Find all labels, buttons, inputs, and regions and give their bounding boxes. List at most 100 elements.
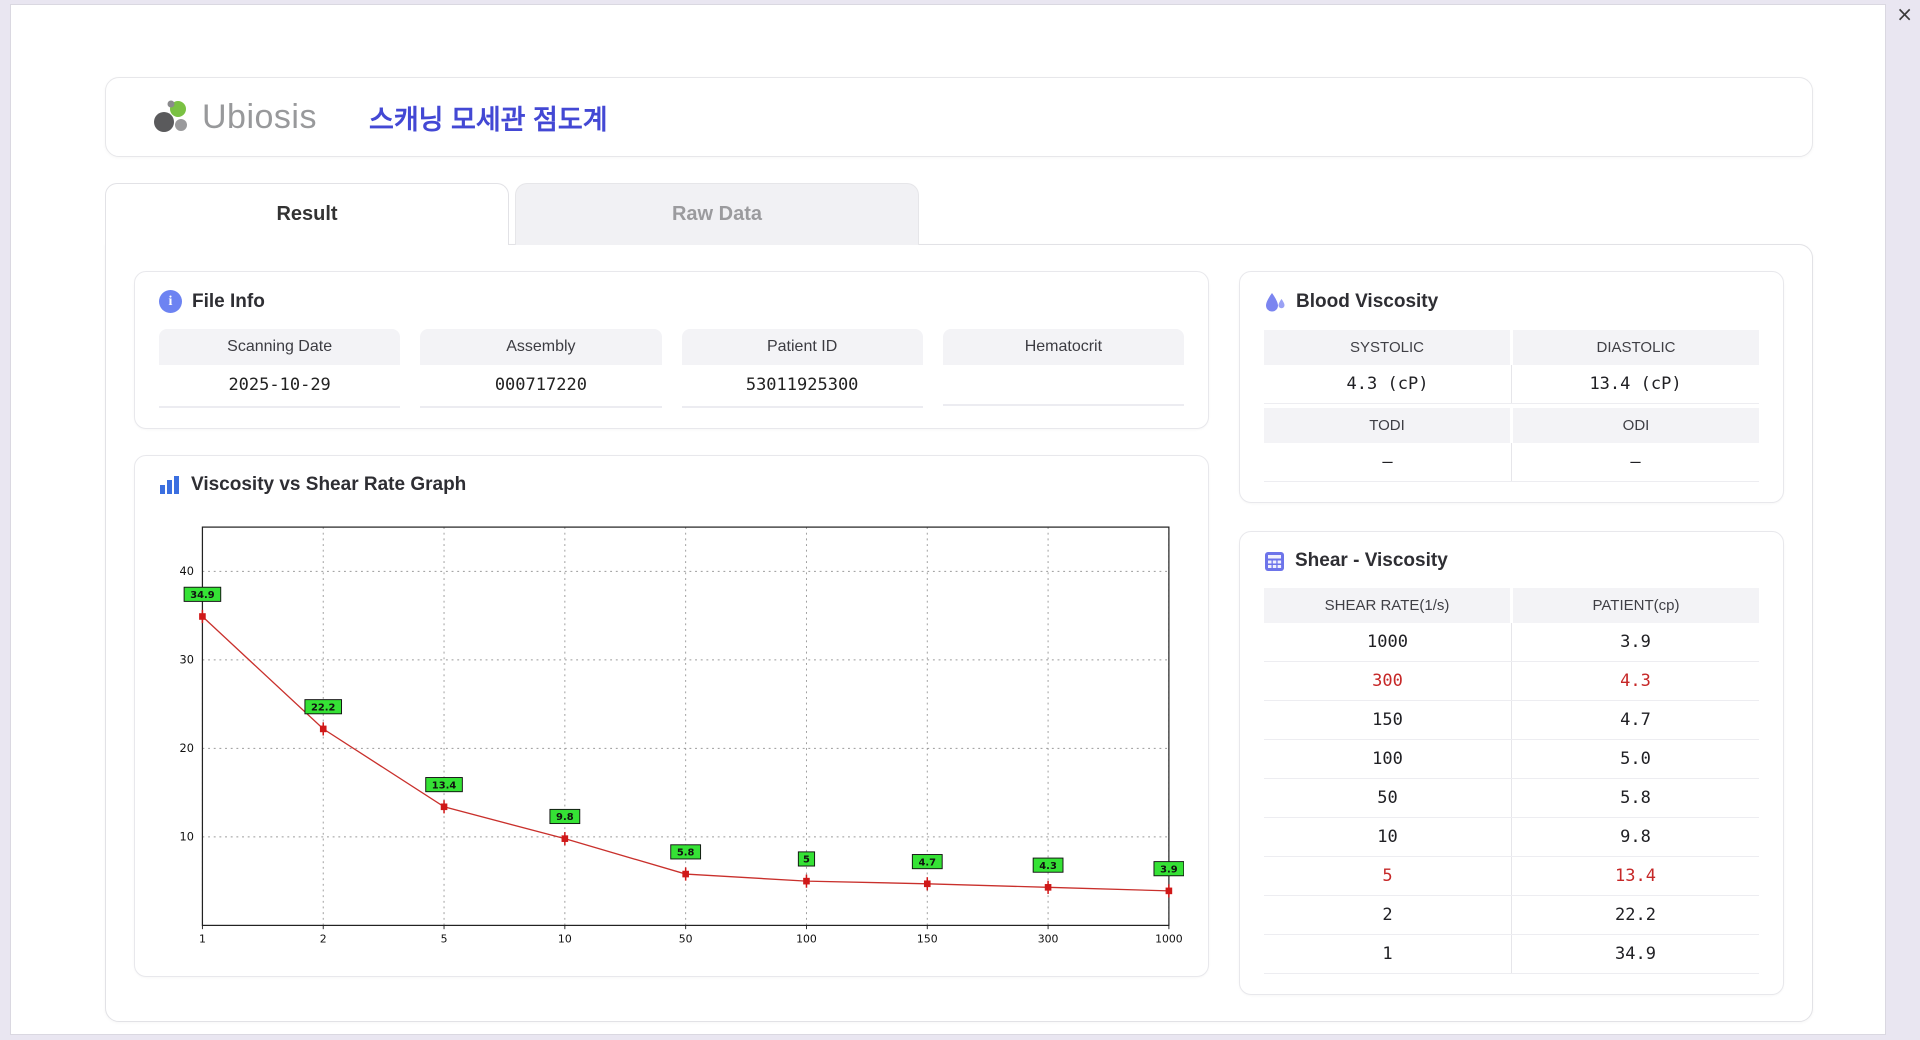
app-header: Ubiosis 스캐닝 모세관 점도계 [105, 77, 1813, 157]
tab-raw-data[interactable]: Raw Data [515, 183, 919, 245]
field-label: Hematocrit [942, 329, 1184, 365]
page-title: 스캐닝 모세관 점도계 [368, 104, 608, 135]
cell-rate: 2 [1382, 905, 1393, 925]
cell-rate: 300 [1372, 671, 1403, 691]
svg-text:1: 1 [199, 932, 206, 945]
bv-value-diastolic: 13.4 (cP) [1511, 365, 1759, 403]
bv-header-odi: ODI [1513, 408, 1759, 443]
svg-text:5: 5 [441, 932, 448, 945]
table-row: 10 9.8 [1264, 818, 1759, 857]
table-row: 150 4.7 [1264, 701, 1759, 740]
app-window: Ubiosis 스캐닝 모세관 점도계 Result Raw Data File… [10, 4, 1886, 1035]
svg-text:150: 150 [917, 932, 938, 945]
field-patient-id: Patient ID 53011925300 [681, 329, 923, 408]
svg-text:5: 5 [803, 855, 810, 866]
bv-value-row-1: 4.3 (cP) 13.4 (cP) [1264, 365, 1759, 404]
field-assembly: Assembly 000717220 [420, 329, 662, 408]
bv-header-row-2: TODI ODI [1264, 408, 1759, 443]
cell-patient: 3.9 [1511, 623, 1759, 661]
cell-rate: 50 [1377, 788, 1398, 808]
field-label: Scanning Date [159, 329, 401, 365]
graph-title: Viscosity vs Shear Rate Graph [159, 474, 1184, 496]
svg-text:10: 10 [180, 830, 194, 844]
svg-text:2: 2 [320, 932, 327, 945]
bar-chart-icon [160, 476, 179, 494]
app-content: Ubiosis 스캐닝 모세관 점도계 Result Raw Data File… [11, 5, 1885, 1022]
field-value: 2025-10-29 [159, 365, 401, 408]
content-panel: File Info Scanning Date 2025-10-29 Assem… [105, 244, 1813, 1022]
tab-bar: Result Raw Data [105, 183, 1813, 245]
cell-patient: 22.2 [1511, 896, 1759, 934]
svg-text:13.4: 13.4 [432, 780, 457, 791]
field-scanning-date: Scanning Date 2025-10-29 [159, 329, 401, 408]
col-shear-rate: SHEAR RATE(1/s) [1264, 588, 1510, 623]
cell-rate: 1000 [1367, 632, 1408, 652]
svg-text:1000: 1000 [1155, 932, 1183, 945]
svg-text:5.8: 5.8 [677, 848, 695, 859]
blood-viscosity-card: Blood Viscosity SYSTOLIC DIASTOLIC 4.3 (… [1239, 271, 1784, 503]
svg-text:20: 20 [180, 741, 194, 755]
blood-viscosity-title-text: Blood Viscosity [1296, 291, 1439, 312]
file-info-card: File Info Scanning Date 2025-10-29 Assem… [134, 271, 1209, 429]
bv-header-todi: TODI [1264, 408, 1510, 443]
shear-viscosity-title-text: Shear - Viscosity [1295, 550, 1448, 571]
graph-card: Viscosity vs Shear Rate Graph 10 20 30 40 1 2… [134, 455, 1209, 977]
svg-text:300: 300 [1038, 932, 1059, 945]
blood-viscosity-title: Blood Viscosity [1264, 290, 1759, 314]
ubiosis-logo: Ubiosis [148, 96, 317, 138]
cell-rate: 150 [1372, 710, 1403, 730]
col-patient: PATIENT(cp) [1513, 588, 1759, 623]
field-value [942, 365, 1184, 406]
cell-patient: 5.0 [1511, 740, 1759, 778]
file-info-fields: Scanning Date 2025-10-29 Assembly 000717… [159, 329, 1184, 408]
cell-rate: 100 [1372, 749, 1403, 769]
field-hematocrit: Hematocrit [942, 329, 1184, 408]
svg-text:22.2: 22.2 [311, 702, 336, 713]
cell-rate: 5 [1382, 866, 1393, 886]
left-column: File Info Scanning Date 2025-10-29 Assem… [134, 271, 1209, 995]
bv-header-systolic: SYSTOLIC [1264, 330, 1510, 365]
table-row: 50 5.8 [1264, 779, 1759, 818]
bv-header-diastolic: DIASTOLIC [1513, 330, 1759, 365]
table-grid-icon [1265, 551, 1284, 571]
cell-patient: 34.9 [1511, 935, 1759, 973]
svg-text:100: 100 [796, 932, 817, 945]
bv-header-row-1: SYSTOLIC DIASTOLIC [1264, 330, 1759, 365]
svg-text:3.9: 3.9 [1160, 864, 1178, 875]
svg-text:30: 30 [180, 653, 194, 667]
table-row: 2 22.2 [1264, 896, 1759, 935]
field-label: Patient ID [681, 329, 923, 365]
logo-text: Ubiosis [202, 97, 317, 136]
svg-text:40: 40 [180, 564, 194, 578]
svg-text:4.7: 4.7 [918, 857, 936, 868]
tab-result[interactable]: Result [105, 183, 509, 245]
field-value: 53011925300 [681, 365, 923, 408]
cell-patient: 5.8 [1511, 779, 1759, 817]
table-row: 100 5.0 [1264, 740, 1759, 779]
shear-table-header: SHEAR RATE(1/s) PATIENT(cp) [1264, 588, 1759, 623]
svg-text:10: 10 [558, 932, 572, 945]
cell-patient: 13.4 [1511, 857, 1759, 895]
table-row: 5 13.4 [1264, 857, 1759, 896]
close-icon[interactable]: × [1896, 4, 1913, 24]
file-info-title: File Info [159, 290, 1184, 313]
cell-rate: 1 [1382, 944, 1393, 964]
svg-text:4.3: 4.3 [1039, 861, 1057, 872]
file-info-title-text: File Info [192, 290, 265, 312]
table-row: 300 4.3 [1264, 662, 1759, 701]
ubiosis-logo-icon [154, 100, 187, 132]
field-value: 000717220 [420, 365, 662, 408]
cell-patient: 4.7 [1511, 701, 1759, 739]
bv-value-systolic: 4.3 (cP) [1346, 374, 1429, 394]
shear-viscosity-title: Shear - Viscosity [1264, 550, 1759, 572]
table-row: 1 34.9 [1264, 935, 1759, 974]
bv-value-odi: – [1511, 443, 1759, 481]
viscosity-chart: 10 20 30 40 1 2 5 10 50 100 150 300 1000 34.9 22.2 13.4… [159, 512, 1184, 956]
svg-text:50: 50 [679, 932, 693, 945]
table-row: 1000 3.9 [1264, 623, 1759, 662]
cell-patient: 9.8 [1511, 818, 1759, 856]
graph-title-text: Viscosity vs Shear Rate Graph [191, 474, 467, 495]
right-column: Blood Viscosity SYSTOLIC DIASTOLIC 4.3 (… [1239, 271, 1784, 995]
svg-text:34.9: 34.9 [190, 590, 215, 601]
info-icon [159, 290, 182, 313]
